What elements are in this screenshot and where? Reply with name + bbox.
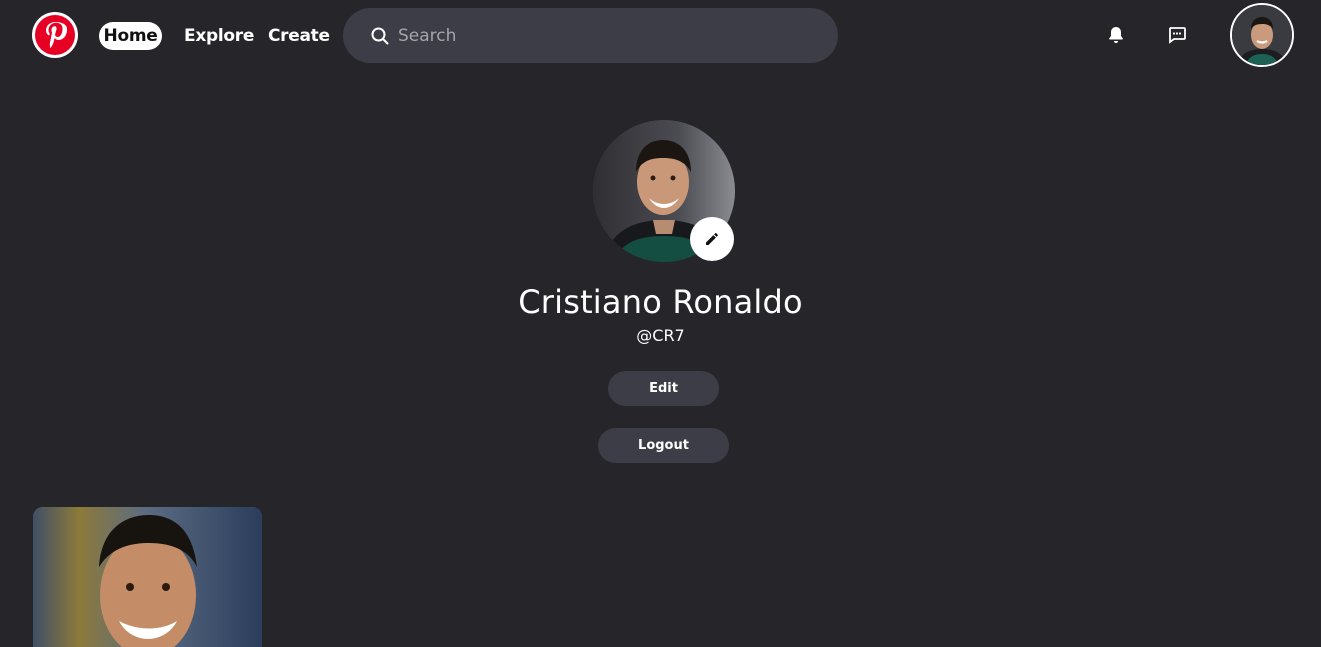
search-icon (371, 27, 389, 44)
edit-profile-button[interactable]: Edit (608, 371, 719, 406)
search-input[interactable] (398, 25, 818, 46)
nav-create-link[interactable]: Create (268, 22, 330, 50)
pin-image (33, 507, 262, 647)
pinterest-logo-circle (35, 15, 75, 55)
messages-button[interactable] (1166, 24, 1188, 46)
bell-icon (1109, 27, 1123, 43)
edit-avatar-button[interactable] (690, 217, 734, 261)
profile-name: Cristiano Ronaldo (518, 283, 803, 321)
pin-card[interactable] (33, 507, 262, 647)
pinterest-logo-icon[interactable] (32, 12, 78, 58)
avatar-photo (1232, 5, 1292, 65)
nav-home-link[interactable]: Home (99, 22, 162, 50)
logout-button[interactable]: Logout (598, 428, 729, 463)
message-icon (1169, 27, 1186, 44)
pencil-icon (706, 233, 718, 245)
search-bar[interactable] (343, 8, 838, 63)
profile-handle: @CR7 (636, 326, 685, 345)
nav-explore-link[interactable]: Explore (184, 22, 254, 50)
user-avatar-button[interactable] (1230, 3, 1294, 67)
pinterest-p-icon (46, 22, 67, 48)
top-navigation-bar: Home Explore Create (0, 0, 1321, 72)
notifications-button[interactable] (1105, 24, 1127, 46)
